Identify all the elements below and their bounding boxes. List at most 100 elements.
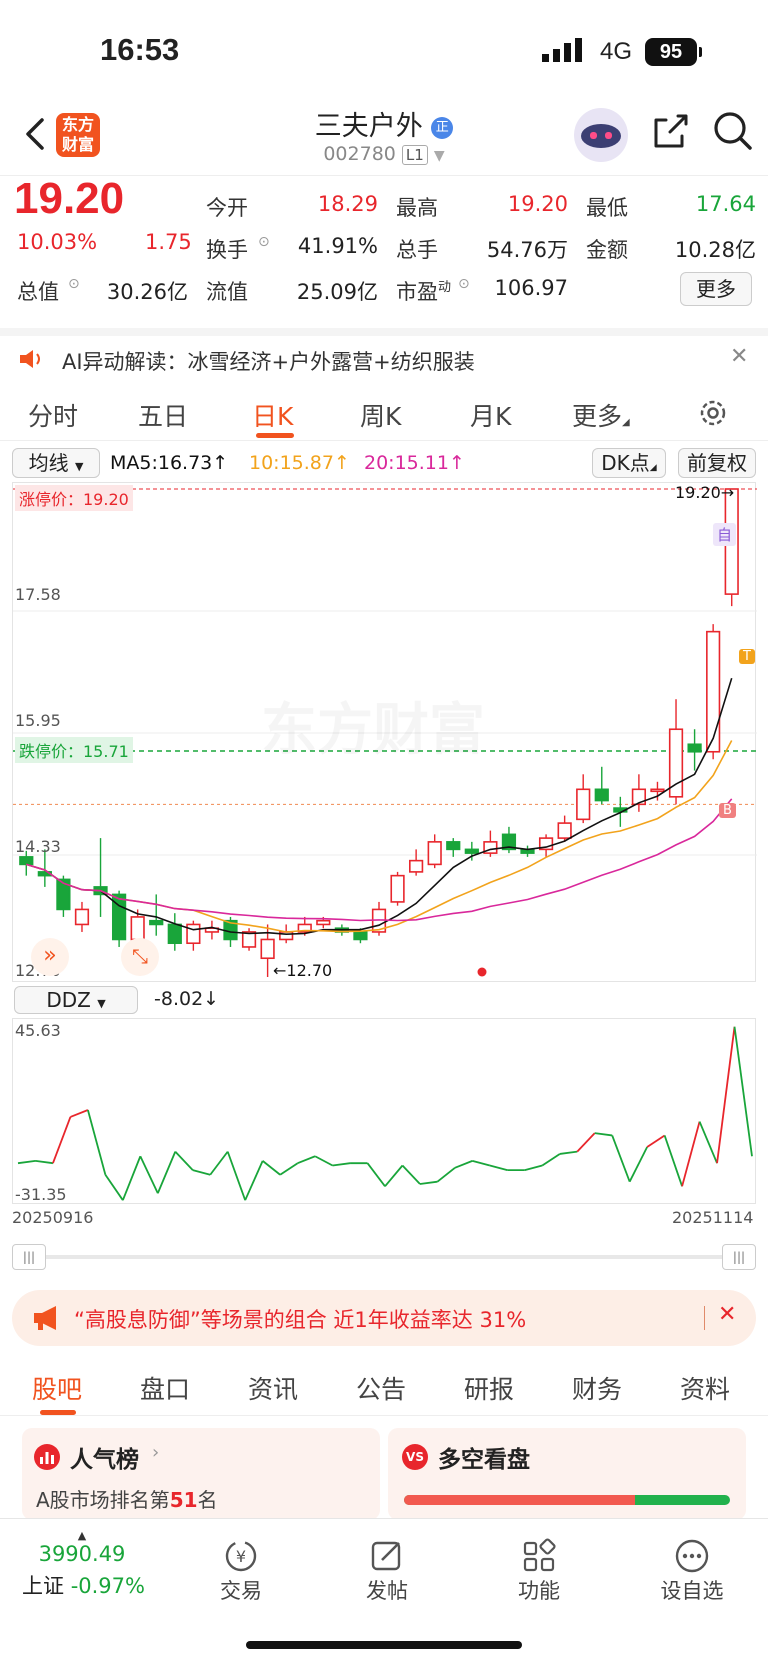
ddz-segment xyxy=(611,1135,631,1183)
tag-self[interactable]: 自 xyxy=(713,523,737,546)
adjust-button[interactable]: 前复权 xyxy=(678,448,756,478)
caret-up-icon: ▲ xyxy=(77,1529,87,1542)
stock-header: 东方 财富 三夫户外 正 002780 L1 ▼ xyxy=(0,100,768,176)
tab-ziliao[interactable]: 资料 xyxy=(680,1370,730,1406)
ddz-segment xyxy=(419,1180,438,1185)
candle-body xyxy=(464,848,479,854)
index-ticker[interactable]: ▲ 3990.49 上证 -0.97% xyxy=(22,1529,172,1600)
bottom-nav: ▲ 3990.49 上证 -0.97% ¥ 交易 发帖 功能 设自选 xyxy=(0,1518,768,1665)
ddz-chart[interactable]: 45.63 -31.35 xyxy=(12,1018,756,1204)
expand-arrow-icon[interactable]: » xyxy=(31,938,69,976)
share-icon[interactable] xyxy=(650,112,690,156)
popularity-card[interactable]: 人气榜 › A股市场排名第51名 xyxy=(22,1428,380,1520)
tab-more[interactable]: 更多◢ xyxy=(572,397,630,433)
indicator-selector[interactable]: 均线 ▼ xyxy=(12,448,100,478)
settings-gear-icon[interactable] xyxy=(697,397,729,435)
ddz-segment xyxy=(541,1153,561,1167)
nav-post-label: 发帖 xyxy=(366,1579,408,1603)
info-icon[interactable]: ⊙ xyxy=(258,234,270,250)
status-time: 16:53 xyxy=(100,32,180,67)
scroll-handle-right[interactable]: ||| xyxy=(722,1244,756,1270)
tab-gonggao[interactable]: 公告 xyxy=(356,1370,406,1406)
tag-b[interactable]: B xyxy=(719,803,736,818)
rank-suffix: 名 xyxy=(197,1488,218,1512)
scroll-track xyxy=(42,1255,726,1259)
megaphone-icon xyxy=(32,1304,64,1336)
volume-value: 54.76万 xyxy=(486,238,568,262)
candle-body xyxy=(149,919,164,926)
tab-guba[interactable]: 股吧 xyxy=(32,1370,82,1406)
candle-body xyxy=(650,788,665,793)
info-icon[interactable]: ⊙ xyxy=(458,276,470,292)
ma20-label: 20:15.11↑ xyxy=(364,452,465,474)
candle-body xyxy=(316,919,331,926)
tab-fenshi[interactable]: 分时 xyxy=(28,397,78,433)
network-type: 4G xyxy=(600,38,633,65)
chart-scrollbar[interactable]: ||| ||| xyxy=(12,1244,756,1270)
ddz-min-label: -31.35 xyxy=(15,1185,67,1204)
bullbear-title: 多空看盘 xyxy=(438,1447,530,1473)
trade-icon: ¥ xyxy=(206,1537,276,1575)
turnover-value: 41.91% xyxy=(297,234,378,258)
ddz-segment xyxy=(70,1109,89,1118)
ai-banner[interactable]: AI异动解读：冰雪经济+户外露营+纺织服装 ✕ xyxy=(0,328,768,378)
nav-trade[interactable]: ¥ 交易 xyxy=(206,1537,276,1605)
caret-icon: ▼ xyxy=(74,460,84,473)
scroll-handle-left[interactable]: ||| xyxy=(12,1244,46,1270)
close-icon[interactable]: ✕ xyxy=(718,1302,736,1327)
bullbear-card[interactable]: VS 多空看盘 xyxy=(388,1428,746,1520)
stock-badge: 正 xyxy=(431,116,454,139)
info-icon[interactable]: ⊙ xyxy=(68,276,80,292)
ddz-selector[interactable]: DDZ ▼ xyxy=(14,986,138,1014)
y-label-1: 17.58 xyxy=(15,585,61,604)
ddz-segment xyxy=(52,1116,72,1164)
quote-panel: 19.20 10.03% 1.75 今开 18.29 最高 19.20 最低 1… xyxy=(0,174,768,316)
kline-chart[interactable]: 东方财富 涨停价：19.20 跌停价：15.71 17.58 15.95 14.… xyxy=(12,482,757,982)
ddz-segment xyxy=(472,1160,491,1167)
close-icon[interactable]: ✕ xyxy=(730,344,748,369)
ddz-svg xyxy=(17,1026,753,1201)
promo-text: “高股息防御”等场景的组合 近1年收益率达 31% xyxy=(74,1308,527,1332)
fullscreen-icon[interactable]: ⤡ xyxy=(121,938,159,976)
tab-zixun[interactable]: 资讯 xyxy=(248,1370,298,1406)
robot-avatar-icon[interactable] xyxy=(574,108,628,162)
ddz-value: -8.02↓ xyxy=(154,988,220,1010)
signal-dot xyxy=(477,967,487,977)
more-dots-icon xyxy=(652,1537,732,1575)
ddz-segment xyxy=(122,1155,142,1201)
tab-caiwu[interactable]: 财务 xyxy=(572,1370,622,1406)
tab-yuek[interactable]: 月K xyxy=(470,397,511,433)
low-label: 最低 xyxy=(586,196,628,220)
tab-pankou[interactable]: 盘口 xyxy=(140,1370,190,1406)
nav-watchlist[interactable]: 设自选 xyxy=(652,1537,732,1605)
ddz-segment xyxy=(366,1162,386,1187)
high-label: 最高 xyxy=(396,196,438,220)
tab-rik[interactable]: 日K xyxy=(252,397,293,433)
ddz-segment xyxy=(297,1155,316,1165)
tab-yanbao[interactable]: 研报 xyxy=(464,1370,514,1406)
ddz-selector-label: DDZ xyxy=(46,988,91,1012)
tab-zhouk[interactable]: 周K xyxy=(360,397,401,433)
ddz-segment xyxy=(733,1026,753,1157)
search-icon[interactable] xyxy=(712,110,754,156)
candle-body xyxy=(74,908,90,926)
tag-t[interactable]: T xyxy=(739,649,755,664)
tab-wuri[interactable]: 五日 xyxy=(138,397,188,433)
promo-banner[interactable]: “高股息防御”等场景的组合 近1年收益率达 31% ✕ xyxy=(12,1290,756,1346)
last-price: 19.20 xyxy=(14,174,125,223)
nav-functions[interactable]: 功能 xyxy=(504,1537,574,1605)
level-badge: L1 xyxy=(401,145,428,165)
ddz-segment xyxy=(17,1159,36,1165)
nav-watchlist-label: 设自选 xyxy=(660,1579,724,1603)
high-marker: 19.20→ xyxy=(675,483,735,502)
speaker-icon xyxy=(18,348,44,374)
nav-post[interactable]: 发帖 xyxy=(352,1537,422,1605)
ddz-segment xyxy=(436,1167,456,1183)
ma5-label: MA5:16.73↑ xyxy=(110,452,229,474)
dk-button[interactable]: DK点◢ xyxy=(592,448,666,478)
more-button[interactable]: 更多 xyxy=(680,272,752,306)
ddz-segment xyxy=(104,1174,124,1201)
triangle-icon: ◢ xyxy=(649,463,657,473)
ddz-segment xyxy=(139,1155,159,1194)
ma10-label: 10:15.87↑ xyxy=(249,452,350,474)
